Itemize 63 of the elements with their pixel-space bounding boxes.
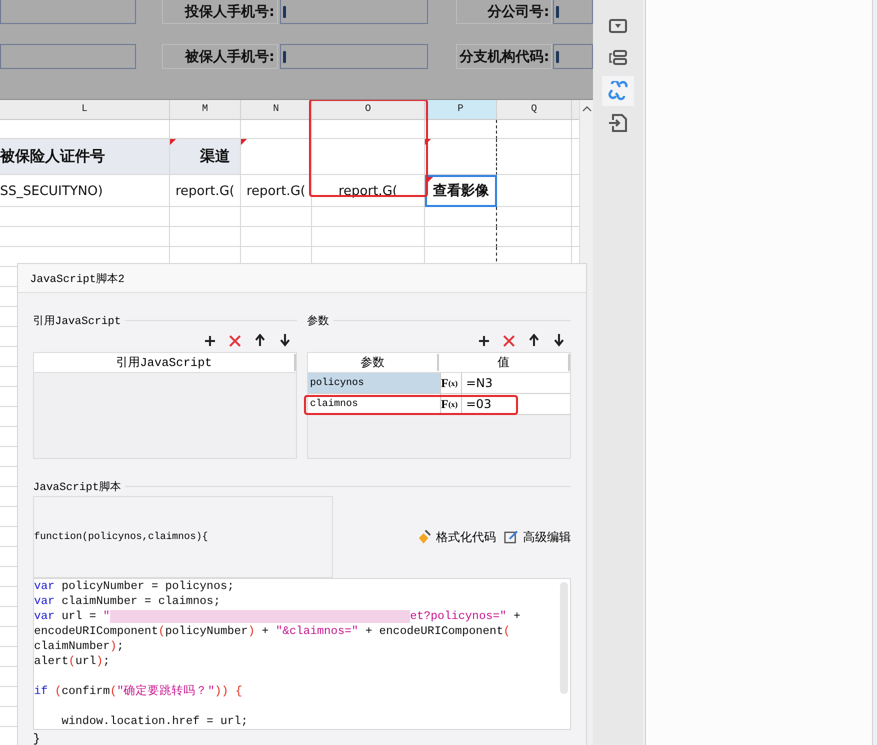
- parameter-value[interactable]: =03: [462, 394, 570, 414]
- function-signature: function(policynos,claimnos){: [33, 496, 333, 578]
- table-cell: report.G(: [312, 175, 425, 207]
- field-label: 分支机构代码:: [456, 44, 552, 69]
- column-header[interactable]: Q: [497, 100, 572, 120]
- column-header[interactable]: L: [0, 100, 170, 120]
- move-up-icon[interactable]: [528, 334, 540, 347]
- input-field[interactable]: [553, 44, 593, 69]
- scrollbar[interactable]: [560, 582, 568, 694]
- column-header[interactable]: 值: [439, 354, 570, 371]
- table-cell: report.G(: [170, 175, 241, 207]
- table-cell: 渠道: [170, 139, 241, 175]
- edit-icon: [504, 529, 519, 545]
- add-icon[interactable]: [478, 334, 490, 346]
- move-down-icon[interactable]: [279, 334, 291, 347]
- code-text: claimNumber);: [34, 639, 124, 654]
- column-header[interactable]: O: [312, 100, 425, 120]
- section-title: 参数: [307, 314, 329, 328]
- toolbar-button[interactable]: [602, 76, 634, 106]
- column-header[interactable]: 参数: [308, 354, 439, 371]
- column-header[interactable]: 引用JavaScript: [34, 354, 296, 371]
- code-text: if (confirm("确定要跳转吗？")) {: [34, 684, 242, 699]
- field-label: 投保人手机号:: [162, 0, 278, 24]
- code-text: window.location.href = url;: [60, 714, 248, 729]
- delete-icon[interactable]: [503, 334, 515, 346]
- input-field[interactable]: [280, 0, 428, 24]
- caret-up-icon[interactable]: [582, 106, 592, 112]
- action-button[interactable]: 高级编辑: [504, 528, 571, 546]
- import-file-icon: [608, 113, 628, 133]
- code-text: alert(url);: [34, 654, 110, 669]
- input-field[interactable]: [0, 44, 136, 69]
- code-editor[interactable]: [33, 578, 571, 730]
- code-text: }: [33, 732, 40, 745]
- table-cell: [170, 207, 241, 227]
- table-cell: [241, 207, 312, 227]
- delete-icon[interactable]: [229, 334, 241, 346]
- parameter-name[interactable]: policynos: [308, 373, 440, 393]
- broom-icon: [417, 529, 432, 545]
- input-field[interactable]: [0, 0, 136, 24]
- column-header[interactable]: P: [425, 100, 497, 120]
- parameter-value[interactable]: =N3: [462, 373, 570, 393]
- move-down-icon[interactable]: [553, 334, 565, 347]
- field-label: 被保人手机号:: [162, 44, 278, 69]
- action-button[interactable]: 格式化代码: [417, 528, 496, 546]
- code-text: et?policynos=" +: [410, 609, 520, 624]
- table-cell: SS_SECUITYNO): [0, 175, 170, 207]
- column-header[interactable]: M: [170, 100, 241, 120]
- column-header[interactable]: N: [241, 100, 312, 120]
- code-text: var url = ": [34, 609, 110, 624]
- add-icon[interactable]: [204, 334, 216, 346]
- move-up-icon[interactable]: [254, 334, 266, 347]
- code-text: var policyNumber = policynos;: [34, 579, 234, 594]
- dialog-title: JavaScript脚本2: [18, 264, 586, 293]
- link-icon: [608, 81, 628, 101]
- table-cell: [425, 207, 497, 227]
- input-field[interactable]: [280, 44, 428, 69]
- section-title: JavaScript脚本: [33, 480, 122, 494]
- table-cell: report.G(: [241, 175, 312, 207]
- code-text: var claimNumber = claimnos;: [34, 594, 220, 609]
- code-text: encodeURIComponent(policyNumber) + "&claimnos=" + encodeURIComponent(: [34, 624, 510, 639]
- section-title: 引用JavaScript: [33, 314, 122, 328]
- view-images-link[interactable]: 查看影像: [425, 175, 497, 207]
- field-label: 分公司号:: [456, 0, 552, 24]
